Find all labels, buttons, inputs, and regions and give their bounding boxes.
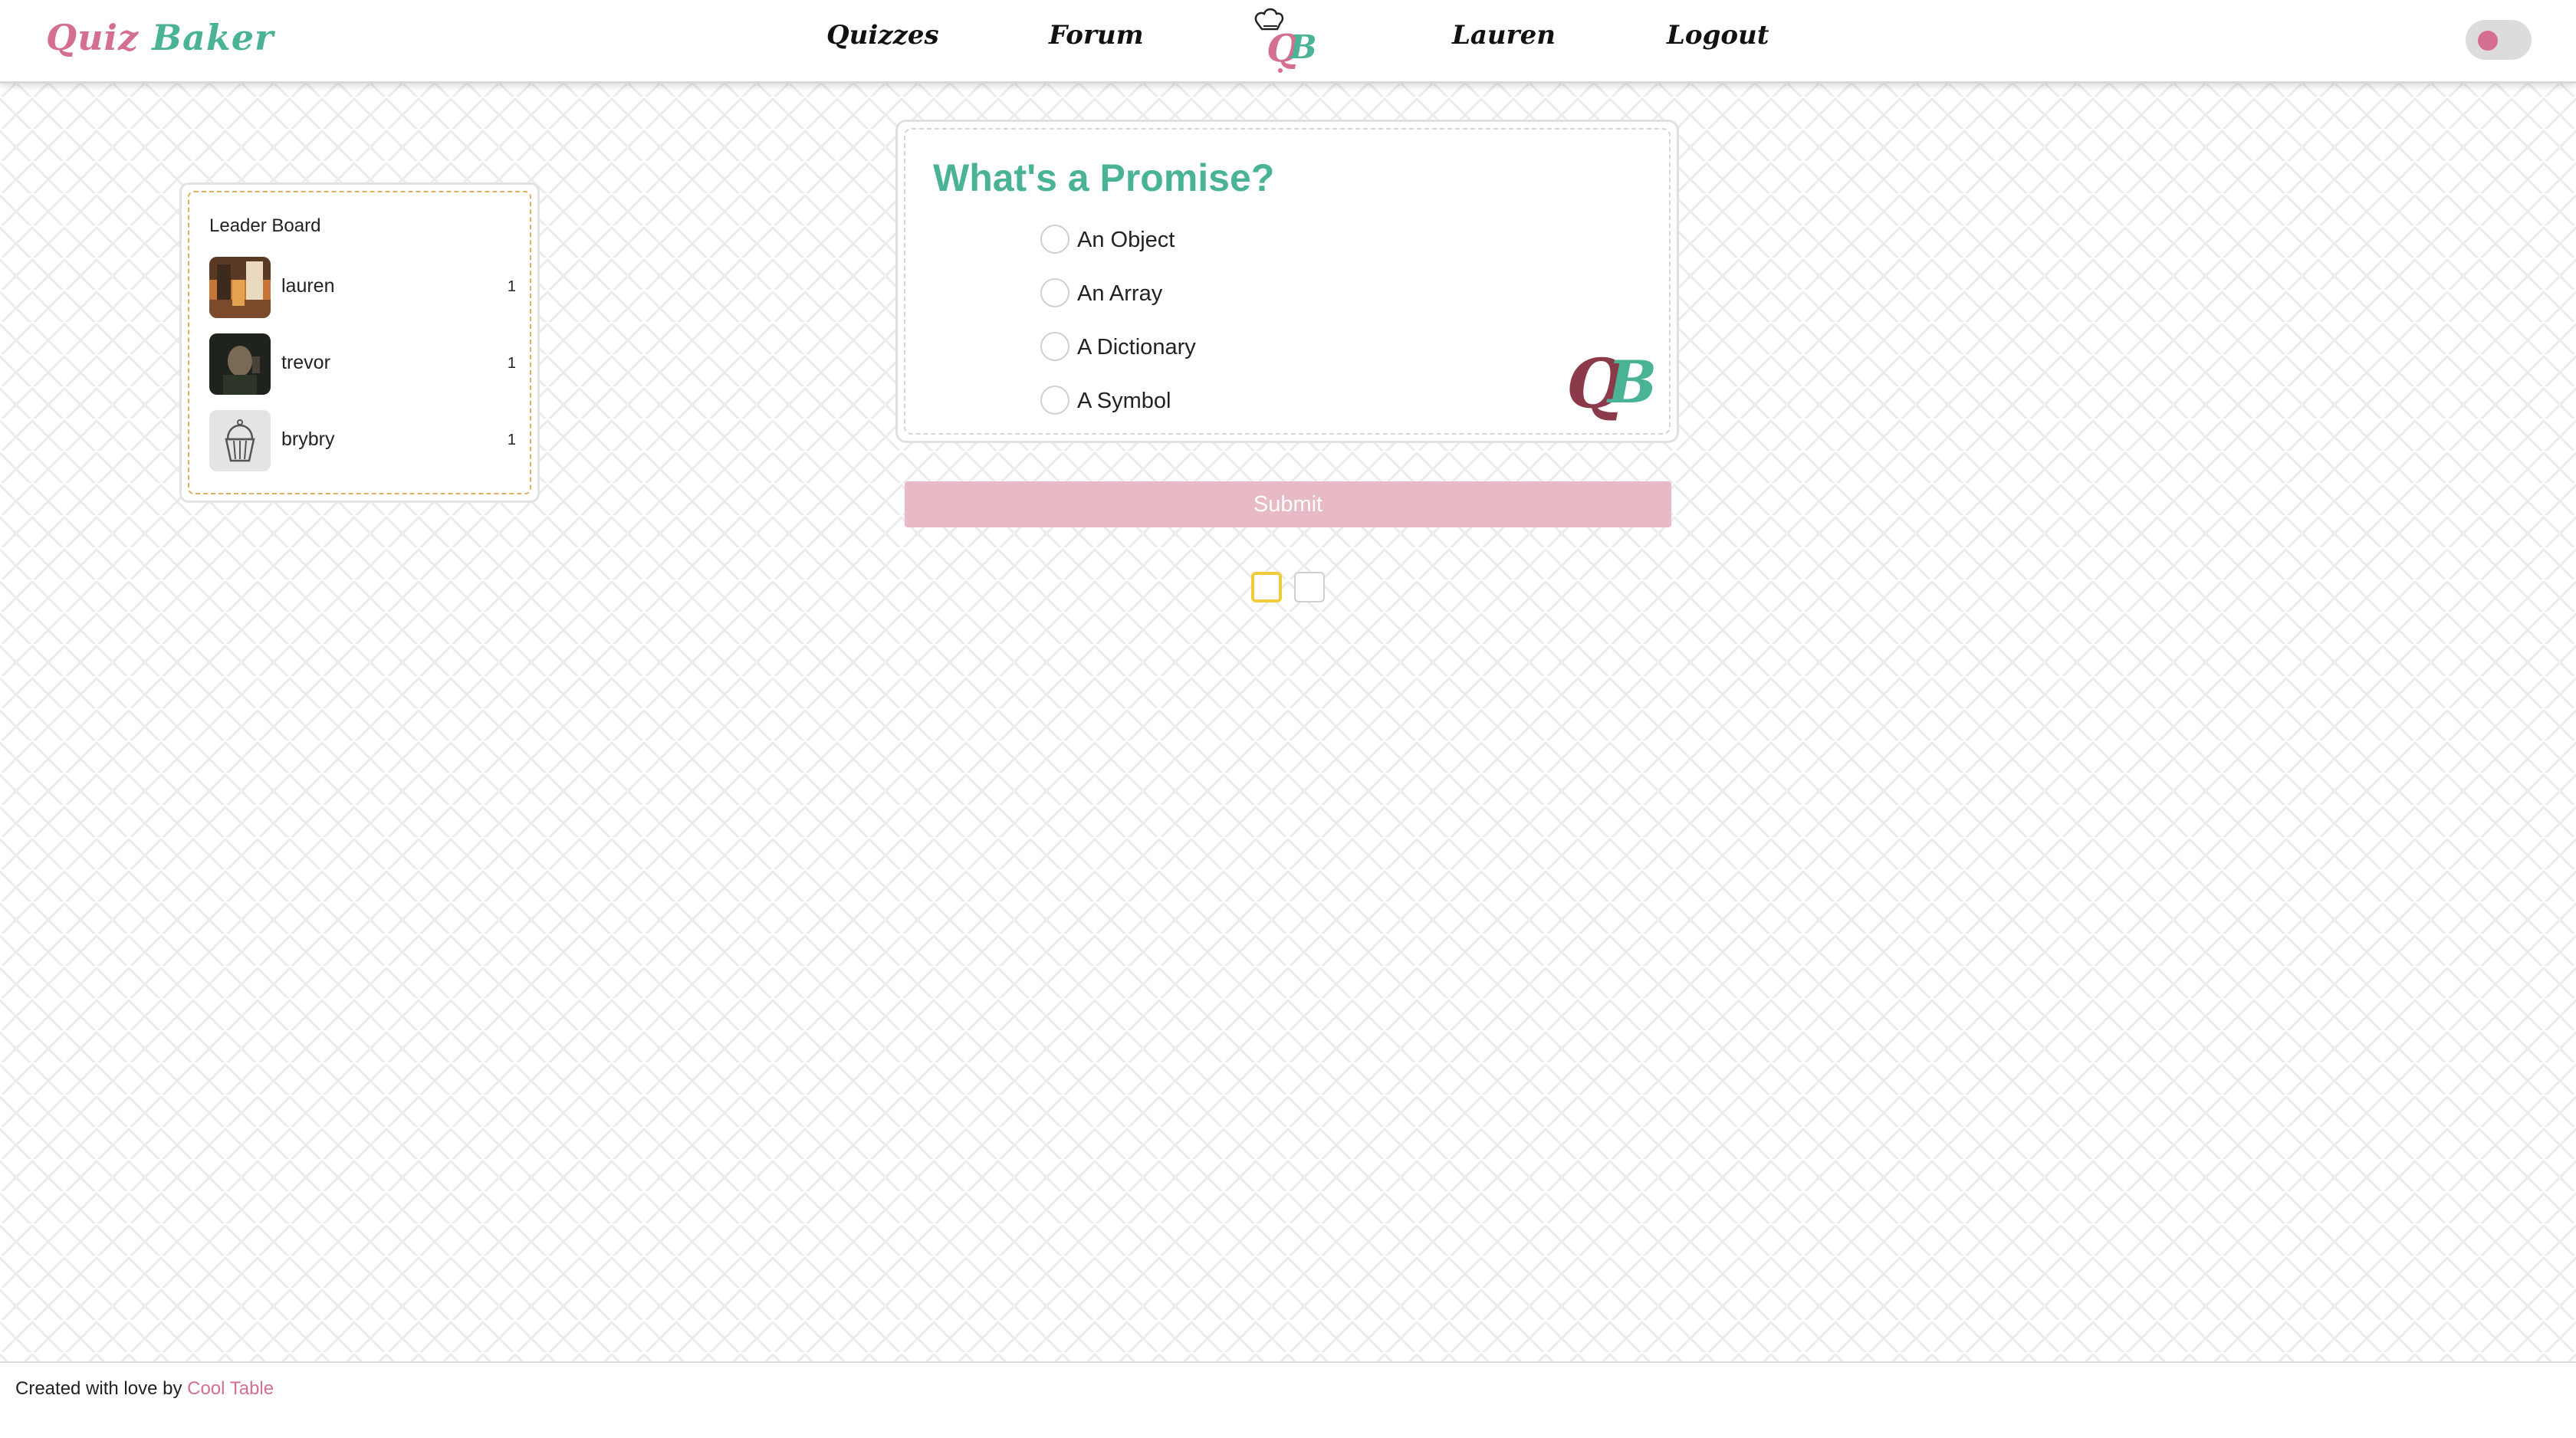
leaderboard-inner-border: Leader Board lauren 1 trevor 1 brybry 1 — [188, 191, 531, 494]
leaderboard-title: Leader Board — [209, 215, 321, 236]
page-indicator-2[interactable] — [1294, 572, 1325, 602]
submit-button[interactable]: Submit — [905, 481, 1671, 527]
answer-label: A Symbol — [1077, 389, 1171, 413]
radio-button[interactable] — [1040, 332, 1070, 361]
leaderboard-row: brybry 1 — [209, 410, 524, 473]
leaderboard-card: Leader Board lauren 1 trevor 1 brybry 1 — [179, 182, 540, 503]
radio-button[interactable] — [1040, 278, 1070, 307]
footer-text: Created with love by Cool Table — [15, 1378, 274, 1400]
svg-text:B: B — [1289, 28, 1317, 66]
nav-forum-link[interactable]: Forum — [1049, 20, 1144, 51]
leaderboard-score: 1 — [507, 432, 516, 448]
brand-second-word: Baker — [152, 17, 274, 58]
leaderboard-score: 1 — [507, 355, 516, 372]
leaderboard-row: trevor 1 — [209, 333, 524, 396]
leaderboard-username: brybry — [281, 428, 335, 450]
radio-button[interactable] — [1040, 386, 1070, 415]
toggle-knob — [2478, 31, 2498, 51]
quiz-card: What's a Promise? An Object An Array A D… — [895, 120, 1679, 443]
footer: Created with love by Cool Table — [0, 1361, 2576, 1438]
nav-user-link[interactable]: Lauren — [1452, 20, 1556, 51]
avatar — [209, 333, 271, 395]
page-indicator-1[interactable] — [1251, 572, 1282, 602]
theme-toggle[interactable] — [2466, 20, 2532, 60]
brand-logo[interactable]: Quiz Baker — [46, 17, 274, 58]
leaderboard-username: trevor — [281, 352, 330, 373]
footer-link[interactable]: Cool Table — [187, 1378, 274, 1399]
quiz-inner-border: What's a Promise? An Object An Array A D… — [904, 128, 1671, 435]
qb-chef-logo[interactable]: Q B — [1251, 6, 1320, 74]
navbar: Quiz Baker Quizzes Forum Q B Lauren Logo… — [0, 0, 2576, 84]
answer-label: An Object — [1077, 228, 1175, 252]
question-title: What's a Promise? — [933, 156, 1275, 199]
nav-quizzes-link[interactable]: Quizzes — [826, 20, 939, 51]
cupcake-icon — [209, 410, 271, 471]
leaderboard-username: lauren — [281, 275, 335, 297]
avatar — [209, 257, 271, 318]
leaderboard-score: 1 — [507, 278, 516, 295]
footer-credit: Created with love by — [15, 1378, 182, 1399]
svg-text:B: B — [1606, 348, 1654, 416]
radio-button[interactable] — [1040, 225, 1070, 254]
nav-logout-link[interactable]: Logout — [1667, 20, 1769, 51]
leaderboard-row: lauren 1 — [209, 257, 524, 320]
qb-logo: Q B — [1563, 343, 1657, 423]
brand-first-word: Quiz — [46, 17, 140, 58]
answer-label: An Array — [1077, 281, 1163, 306]
answer-label: A Dictionary — [1077, 335, 1196, 360]
